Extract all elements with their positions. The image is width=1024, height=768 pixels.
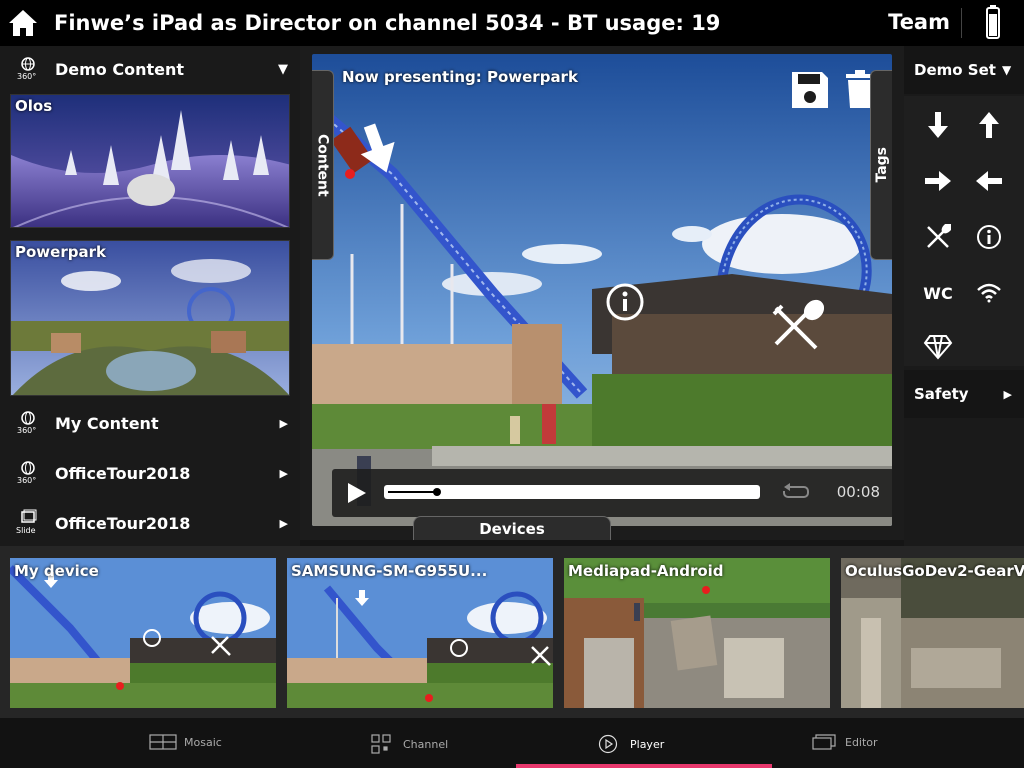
device-name: SAMSUNG-SM-G955U...: [291, 562, 488, 580]
thumbnail-title: Olos: [15, 97, 53, 115]
nav-mosaic[interactable]: Mosaic: [149, 734, 222, 750]
top-bar: Finwe’s iPad as Director on channel 5034…: [0, 0, 1024, 46]
arrow-down-icon[interactable]: [921, 108, 955, 142]
device-name: Mediapad-Android: [568, 562, 724, 580]
team-button[interactable]: Team: [888, 10, 950, 34]
active-tab-indicator: [516, 764, 772, 768]
tab-content[interactable]: Content: [312, 70, 334, 260]
play-circle-icon: [598, 734, 618, 754]
bottom-nav: Mosaic Channel Player Editor: [0, 718, 1024, 768]
chevron-down-icon: ▼: [1001, 63, 1012, 77]
nav-label: Channel: [403, 737, 449, 751]
tab-tags[interactable]: Tags: [870, 70, 892, 260]
device-name: OculusGoDev2-GearV: [845, 562, 1024, 580]
play-icon[interactable]: [348, 483, 366, 503]
home-icon: [9, 10, 37, 36]
home-button[interactable]: [0, 0, 46, 46]
360-globe-icon: 360°: [14, 459, 42, 487]
demo-set-dropdown[interactable]: Demo Set ▼: [904, 46, 1024, 94]
tag-palette: WC: [904, 96, 1024, 366]
dropdown-label: Demo Set: [914, 61, 996, 79]
info-icon[interactable]: [972, 220, 1006, 254]
tab-label: Tags: [873, 147, 890, 183]
battery-icon: [986, 5, 1000, 43]
chevron-right-icon: ▶: [279, 516, 288, 530]
tab-label: Devices: [479, 520, 545, 538]
seek-knob[interactable]: [432, 488, 441, 496]
360-globe-icon: 360°: [14, 409, 42, 437]
360-badge: 360°: [17, 476, 37, 485]
thumbnail-olos[interactable]: Olos: [10, 94, 290, 228]
video-viewport[interactable]: Now presenting: Powerpark Content Tags 0…: [312, 54, 892, 526]
officetour-360-section[interactable]: 360° OfficeTour2018 ▶: [0, 450, 300, 496]
editor-icon: [812, 734, 836, 750]
slide-badge: Slide: [16, 526, 36, 535]
slide-icon: Slide: [14, 509, 42, 537]
window-title: Finwe’s iPad as Director on channel 5034…: [54, 11, 721, 35]
arrow-left-icon[interactable]: [972, 164, 1006, 198]
device-name: My device: [14, 562, 99, 580]
device-tile-mediapad[interactable]: Mediapad-Android: [564, 558, 830, 708]
thumbnail-title: Powerpark: [15, 243, 106, 261]
content-panel: 360° Demo Content ▼ Olos Powerpark 360° …: [0, 46, 300, 546]
360-badge: 360°: [17, 426, 37, 435]
thumbnail-powerpark[interactable]: Powerpark: [10, 240, 290, 396]
nav-label: Editor: [845, 735, 878, 749]
save-icon[interactable]: [790, 70, 830, 114]
nav-label: Player: [630, 737, 665, 751]
header-divider: [961, 8, 962, 38]
tab-label: Content: [314, 133, 331, 197]
360-badge: 360°: [17, 72, 37, 81]
tab-devices[interactable]: Devices: [413, 516, 611, 540]
nav-editor[interactable]: Editor: [812, 734, 878, 750]
officetour-slide-section[interactable]: Slide OfficeTour2018 ▶: [0, 500, 300, 546]
mosaic-icon: [149, 734, 177, 750]
seek-bar[interactable]: [384, 485, 760, 499]
section-label: My Content: [55, 413, 159, 433]
device-tile-oculus[interactable]: OculusGoDev2-GearV: [841, 558, 1024, 708]
wc-icon[interactable]: WC: [921, 276, 955, 310]
chevron-right-icon: ▶: [1003, 387, 1012, 401]
wc-text: WC: [923, 283, 953, 303]
section-label: Demo Content: [55, 59, 185, 79]
wifi-icon[interactable]: [972, 276, 1006, 310]
safety-section[interactable]: Safety ▶: [904, 370, 1024, 418]
chevron-down-icon: ▼: [278, 61, 288, 77]
demo-content-section[interactable]: 360° Demo Content ▼: [0, 46, 300, 92]
device-tile-samsung[interactable]: SAMSUNG-SM-G955U...: [287, 558, 553, 708]
now-presenting-label: Now presenting: Powerpark: [342, 68, 578, 86]
chevron-right-icon: ▶: [279, 416, 288, 430]
nav-player[interactable]: Player: [598, 734, 664, 754]
playback-time: 00:08: [836, 483, 880, 501]
section-label: OfficeTour2018: [55, 463, 191, 483]
qr-code-icon: [371, 734, 391, 754]
my-content-section[interactable]: 360° My Content ▶: [0, 400, 300, 446]
section-label: OfficeTour2018: [55, 513, 191, 533]
loop-icon[interactable]: [782, 481, 810, 507]
arrow-up-icon[interactable]: [972, 108, 1006, 142]
nav-label: Mosaic: [184, 735, 222, 749]
player-panel: Now presenting: Powerpark Content Tags 0…: [300, 46, 904, 540]
diamond-icon[interactable]: [921, 330, 955, 364]
section-label: Safety: [914, 385, 969, 403]
seek-progress: [388, 491, 437, 493]
tags-panel: Demo Set ▼ WC Safety ▶: [904, 46, 1024, 546]
restaurant-icon[interactable]: [921, 220, 955, 254]
arrow-right-icon[interactable]: [921, 164, 955, 198]
device-tile-my-device[interactable]: My device: [10, 558, 276, 708]
360-globe-icon: 360°: [14, 55, 42, 83]
chevron-right-icon: ▶: [279, 466, 288, 480]
playback-controls: 00:08: [332, 469, 892, 517]
device-strip: My device SAMSUNG-SM-G955U... Mediapad-A…: [0, 546, 1024, 718]
nav-channel[interactable]: Channel: [371, 734, 448, 754]
